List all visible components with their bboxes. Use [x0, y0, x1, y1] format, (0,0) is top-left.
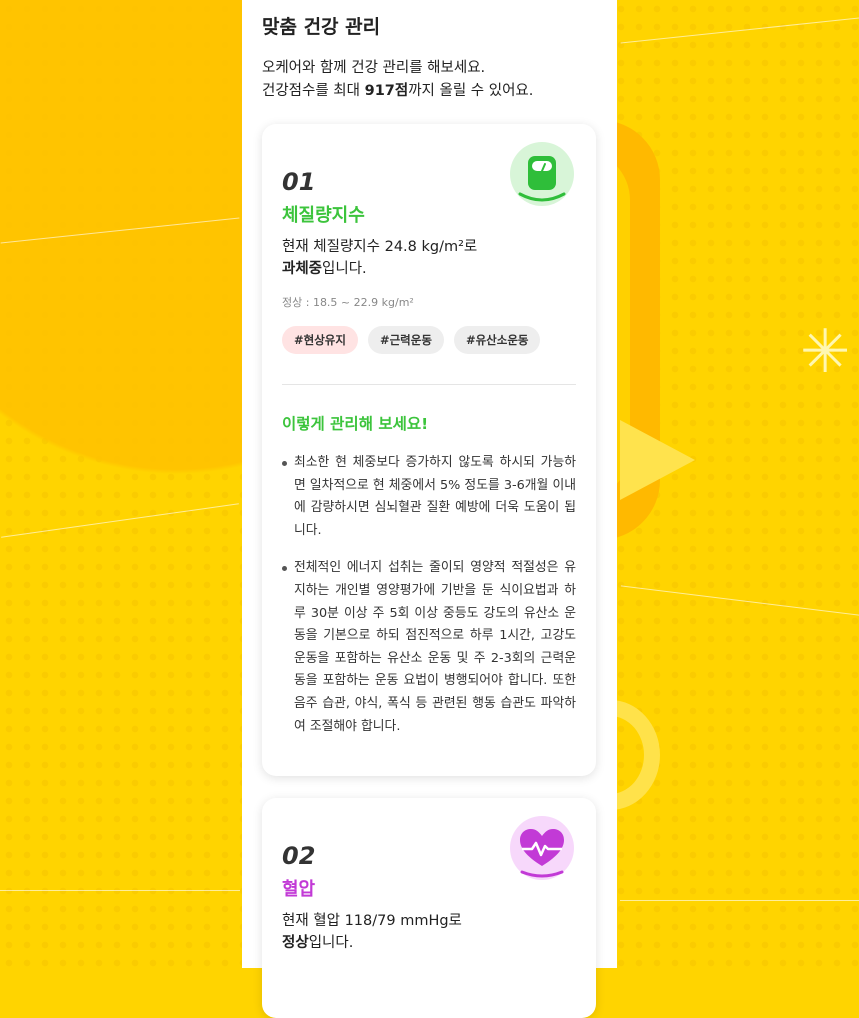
tag-maintain[interactable]: #현상유지: [282, 326, 358, 354]
advice-title: 이렇게 관리해 보세요!: [282, 415, 429, 433]
page-title: 맞춤 건강 관리: [262, 16, 381, 38]
tag-aerobic-exercise[interactable]: #유산소운동: [453, 326, 541, 354]
card-number: 02: [282, 842, 316, 870]
max-score: 917점: [364, 83, 409, 99]
intro-text-prefix: 건강점수를 최대: [262, 83, 365, 99]
intro-line-score: 건강점수를 최대 917점까지 올릴 수 있어요.: [262, 80, 533, 103]
background-line: [620, 900, 859, 901]
background-triangle: [620, 420, 695, 500]
bmi-status-result: 과체중입니다.: [282, 258, 477, 280]
bp-status-line: 현재 혈압 118/79 mmHg로: [282, 913, 462, 929]
bmi-card: 01 체질량지수 현재 체질량지수 24.8 kg/m²로 과체중입니다. 정상…: [262, 124, 596, 776]
sparkle-icon: ✳: [800, 317, 851, 387]
content-panel: 맞춤 건강 관리 오케어와 함께 건강 관리를 해보세요. 건강점수를 최대 9…: [242, 0, 617, 1018]
card-title: 혈압: [282, 879, 316, 900]
heart-pulse-icon: [510, 816, 574, 880]
scale-icon: [510, 142, 574, 206]
blood-pressure-card: 02 혈압 현재 혈압 118/79 mmHg로 정상입니다.: [262, 798, 596, 1018]
tag-list: #현상유지 #근력운동 #유산소운동: [282, 326, 541, 354]
intro-text-suffix: 까지 올릴 수 있어요.: [408, 83, 534, 99]
card-title: 체질량지수: [282, 205, 365, 226]
bmi-status-bold: 과체중: [282, 261, 323, 277]
bmi-status-line: 현재 체질량지수 24.8 kg/m²로: [282, 239, 478, 255]
advice-item: 최소한 현 체중보다 증가하지 않도록 하시되 가능하면 일차적으로 현 체중에…: [282, 452, 576, 542]
advice-item: 전체적인 에너지 섭취는 줄이되 영양적 적절성은 유지하는 개인별 영양평가에…: [282, 557, 576, 738]
bp-status: 현재 혈압 118/79 mmHg로 정상입니다.: [282, 910, 462, 954]
divider: [282, 384, 576, 385]
bp-status-result: 정상입니다.: [282, 932, 462, 954]
intro-text: 오케어와 함께 건강 관리를 해보세요. 건강점수를 최대 917점까지 올릴 …: [262, 57, 533, 103]
card-number: 01: [282, 168, 316, 196]
advice-list: 최소한 현 체중보다 증가하지 않도록 하시되 가능하면 일차적으로 현 체중에…: [282, 452, 576, 753]
bp-status-suffix: 입니다.: [308, 935, 354, 951]
normal-range: 정상 : 18.5 ~ 22.9 kg/m²: [282, 296, 414, 309]
background-line: [0, 890, 240, 891]
intro-line: 오케어와 함께 건강 관리를 해보세요.: [262, 60, 486, 76]
tag-strength-exercise[interactable]: #근력운동: [367, 326, 444, 354]
bmi-status-suffix: 입니다.: [322, 261, 367, 277]
bmi-status: 현재 체질량지수 24.8 kg/m²로 과체중입니다.: [282, 236, 477, 280]
bp-status-bold: 정상: [282, 935, 309, 951]
